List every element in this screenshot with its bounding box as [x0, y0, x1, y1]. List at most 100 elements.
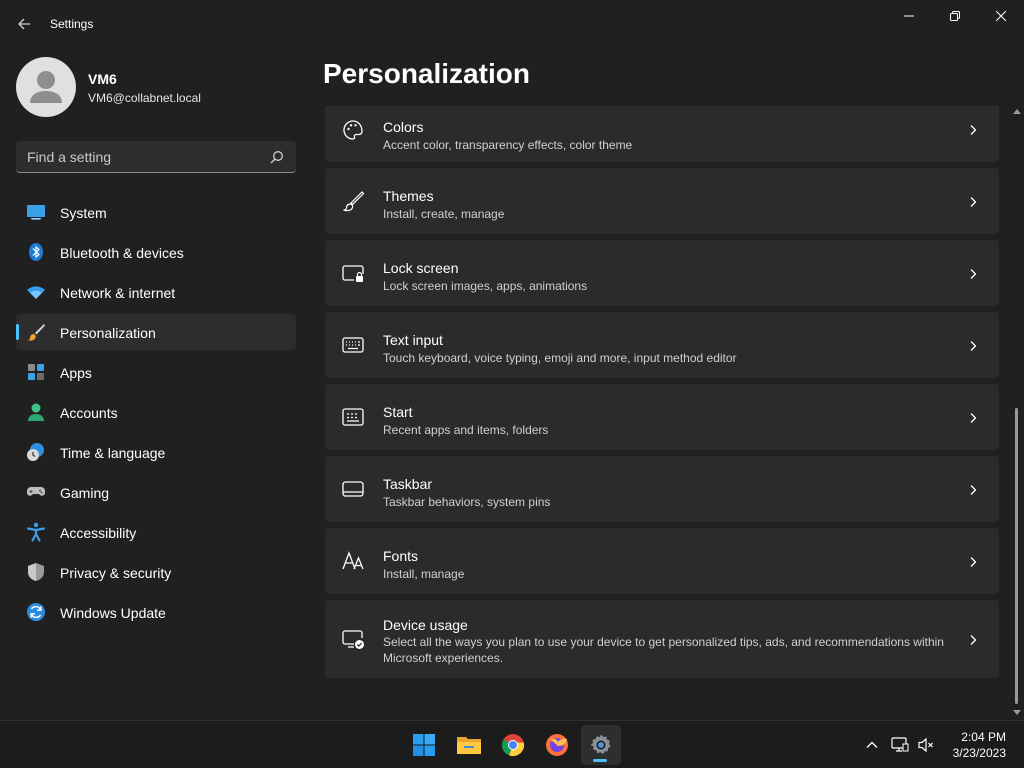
sidebar-item-label: System: [60, 205, 107, 221]
taskbar-file-explorer[interactable]: [449, 725, 489, 765]
settings-card-lock-screen[interactable]: Lock screen Lock screen images, apps, an…: [325, 240, 999, 306]
avatar: [16, 57, 76, 117]
settings-card-colors[interactable]: Colors Accent color, transparency effect…: [325, 106, 999, 162]
scrollbar[interactable]: [1012, 108, 1022, 718]
chevron-right-icon: [970, 413, 977, 423]
chevron-right-icon: [970, 557, 977, 567]
sidebar-item-privacy-security[interactable]: Privacy & security: [16, 554, 296, 590]
taskbar-icon: [342, 481, 364, 497]
taskbar-firefox[interactable]: [537, 725, 577, 765]
minimize-icon: [904, 15, 914, 17]
windows-start-icon: [413, 734, 435, 756]
file-explorer-icon: [457, 737, 481, 754]
close-button[interactable]: [978, 0, 1024, 32]
sidebar-item-label: Personalization: [60, 325, 156, 341]
search-placeholder: Find a setting: [27, 149, 112, 165]
start-icon: [342, 408, 364, 426]
user-profile[interactable]: VM6 VM6@collabnet.local: [16, 57, 296, 117]
monitor-icon: [27, 205, 45, 220]
keyboard-icon: [342, 337, 364, 353]
scrollbar-thumb[interactable]: [1015, 408, 1018, 704]
card-title: Fonts: [383, 548, 419, 564]
app-title: Settings: [50, 17, 94, 31]
sidebar-item-label: Accounts: [60, 405, 118, 421]
settings-card-themes[interactable]: Themes Install, create, manage: [325, 168, 999, 234]
speaker-muted-icon: [918, 737, 933, 753]
chevron-up-icon: [866, 741, 878, 748]
tray-network-button[interactable]: [890, 735, 910, 755]
sidebar-item-personalization[interactable]: Personalization: [16, 314, 296, 350]
person-icon: [28, 403, 44, 421]
tray-overflow-button[interactable]: [862, 735, 882, 755]
sidebar-item-label: Gaming: [60, 485, 110, 501]
user-email: VM6@collabnet.local: [88, 91, 201, 105]
card-title: Taskbar: [383, 476, 433, 492]
fonts-icon: [342, 551, 364, 570]
chevron-right-icon: [970, 197, 977, 207]
settings-icon: [590, 734, 611, 755]
sidebar-item-network[interactable]: Network & internet: [16, 274, 296, 310]
scroll-up-arrow-icon[interactable]: [1013, 108, 1021, 116]
scroll-down-arrow-icon[interactable]: [1013, 708, 1021, 716]
title-bar: Settings: [0, 0, 1024, 48]
sidebar-item-label: Privacy & security: [60, 565, 172, 581]
chevron-right-icon: [970, 341, 977, 351]
back-button[interactable]: [8, 8, 40, 40]
sidebar-item-windows-update[interactable]: Windows Update: [16, 594, 296, 630]
sidebar-item-system[interactable]: System: [16, 194, 296, 230]
taskbar-chrome[interactable]: [493, 725, 533, 765]
sidebar-item-bluetooth[interactable]: Bluetooth & devices: [16, 234, 296, 270]
settings-card-device-usage[interactable]: Device usage Select all the ways you pla…: [325, 600, 999, 678]
update-icon: [27, 603, 45, 621]
settings-card-text-input[interactable]: Text input Touch keyboard, voice typing,…: [325, 312, 999, 378]
network-monitor-icon: [891, 737, 909, 752]
clock-date: 3/23/2023: [952, 746, 1006, 760]
sidebar-item-gaming[interactable]: Gaming: [16, 474, 296, 510]
lock-screen-icon: [342, 265, 364, 282]
chevron-right-icon: [970, 485, 977, 495]
settings-card-taskbar[interactable]: Taskbar Taskbar behaviors, system pins: [325, 456, 999, 522]
sidebar-item-label: Time & language: [60, 445, 166, 461]
card-title: Themes: [383, 188, 434, 204]
avatar-person-icon: [30, 71, 62, 103]
search-icon: [270, 151, 283, 164]
settings-card-start[interactable]: Start Recent apps and items, folders: [325, 384, 999, 450]
card-description: Recent apps and items, folders: [383, 423, 549, 437]
card-title: Colors: [383, 119, 424, 135]
sidebar-item-accounts[interactable]: Accounts: [16, 394, 296, 430]
page-title: Personalization: [323, 58, 530, 89]
device-usage-icon: [342, 630, 364, 649]
close-icon: [996, 11, 1006, 21]
search-input[interactable]: Find a setting: [16, 141, 296, 173]
gamepad-icon: [27, 487, 45, 496]
tray-volume-button[interactable]: [916, 735, 936, 755]
sidebar-item-accessibility[interactable]: Accessibility: [16, 514, 296, 550]
clock-time: 2:04 PM: [961, 730, 1006, 744]
card-description: Install, manage: [383, 567, 465, 581]
wifi-icon: [27, 286, 45, 299]
taskbar-clock[interactable]: 2:04 PM 3/23/2023: [940, 729, 1006, 761]
card-description: Touch keyboard, voice typing, emoji and …: [383, 351, 737, 365]
sidebar-item-apps[interactable]: Apps: [16, 354, 296, 390]
user-name: VM6: [88, 71, 117, 87]
firefox-icon: [546, 734, 568, 756]
minimize-button[interactable]: [886, 0, 932, 32]
restore-button[interactable]: [932, 0, 978, 32]
brush-icon: [27, 324, 45, 341]
sidebar-item-label: Network & internet: [60, 285, 176, 301]
sidebar-item-time-language[interactable]: Time & language: [16, 434, 296, 470]
sidebar-item-label: Windows Update: [60, 605, 166, 621]
card-title: Device usage: [383, 617, 468, 633]
sidebar-item-label: Accessibility: [60, 525, 137, 541]
sidebar-nav: System Bluetooth & devices Network & int…: [16, 194, 296, 634]
card-description: Select all the ways you plan to use your…: [383, 635, 944, 665]
chevron-right-icon: [970, 635, 977, 645]
settings-card-fonts[interactable]: Fonts Install, manage: [325, 528, 999, 594]
apps-icon: [28, 364, 44, 380]
brush-icon: [343, 191, 365, 212]
clock-globe-icon: [27, 443, 44, 461]
taskbar-start-button[interactable]: [404, 725, 444, 765]
chevron-right-icon: [970, 125, 977, 135]
active-app-indicator: [593, 759, 607, 762]
chrome-icon: [501, 734, 525, 757]
